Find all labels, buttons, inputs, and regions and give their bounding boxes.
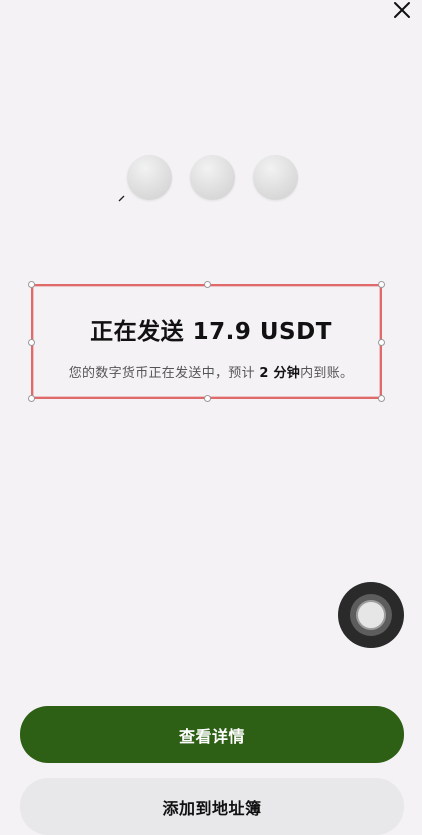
subtitle-text-before: 您的数字货币正在发送中，预计: [68, 366, 260, 381]
progress-dot-1: [127, 155, 172, 200]
resize-handle-top-right[interactable]: [378, 281, 385, 288]
resize-handle-bottom-right[interactable]: [378, 395, 385, 402]
subtitle-eta: 2 分钟: [259, 366, 301, 381]
sending-subtitle: 您的数字货币正在发送中，预计 2 分钟内到账。: [0, 362, 422, 381]
resize-handle-bottom-center[interactable]: [204, 395, 211, 402]
progress-dot-2: [190, 155, 235, 200]
progress-tick: [118, 195, 125, 202]
close-icon: [394, 2, 410, 18]
assistive-touch-ring: [350, 594, 392, 636]
close-button[interactable]: [390, 0, 414, 22]
progress-indicator: [127, 155, 299, 201]
resize-handle-top-center[interactable]: [204, 281, 211, 288]
assistive-touch-icon: [356, 600, 386, 630]
subtitle-text-after: 内到账。: [300, 366, 354, 381]
resize-handle-top-left[interactable]: [28, 281, 35, 288]
view-details-button[interactable]: 查看详情: [20, 706, 404, 763]
sending-title: 正在发送 17.9 USDT: [90, 319, 332, 345]
resize-handle-bottom-left[interactable]: [28, 395, 35, 402]
progress-dot-3: [253, 155, 298, 200]
assistive-touch-button[interactable]: [338, 582, 404, 648]
add-to-address-book-button[interactable]: 添加到地址簿: [20, 778, 404, 835]
